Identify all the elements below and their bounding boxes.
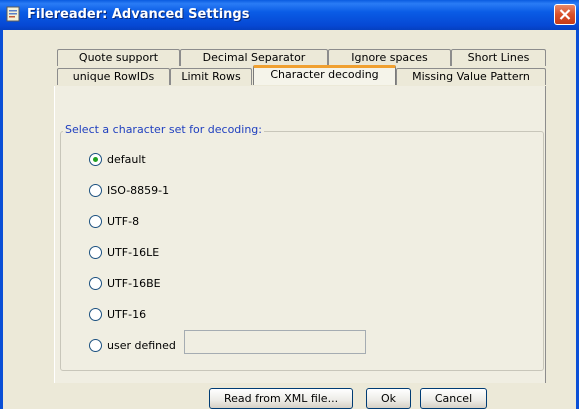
tab-quote-support[interactable]: Quote support (57, 49, 180, 66)
radio-label: user defined (107, 339, 176, 352)
radio-label: default (107, 153, 146, 166)
app-icon (5, 6, 21, 22)
tab-unique-rowids[interactable]: unique RowIDs (57, 68, 170, 85)
user-defined-charset-input[interactable] (184, 330, 366, 354)
charset-group-title: Select a character set for decoding: (63, 123, 264, 136)
tab-decimal-separator[interactable]: Decimal Separator (180, 49, 328, 66)
radio-button-checked[interactable] (89, 153, 102, 166)
radio-label: UTF-16LE (107, 246, 160, 259)
window-border-left (0, 30, 3, 409)
close-icon (559, 9, 571, 20)
radio-button[interactable] (89, 215, 102, 228)
title-bar[interactable]: Filereader: Advanced Settings (0, 0, 579, 30)
radio-button[interactable] (89, 246, 102, 259)
read-from-xml-button[interactable]: Read from XML file... (209, 388, 353, 409)
tab-short-lines[interactable]: Short Lines (451, 49, 546, 66)
radio-label: UTF-8 (107, 215, 140, 228)
radio-button[interactable] (89, 339, 102, 352)
tab-ignore-spaces[interactable]: Ignore spaces (328, 49, 451, 66)
radio-label: ISO-8859-1 (107, 184, 170, 197)
radio-button[interactable] (89, 308, 102, 321)
tab-character-decoding[interactable]: Character decoding (253, 65, 396, 85)
window-title: Filereader: Advanced Settings (27, 7, 250, 22)
radio-label: UTF-16BE (107, 277, 161, 290)
close-button[interactable] (554, 4, 576, 25)
tab-missing-value-pattern[interactable]: Missing Value Pattern (396, 68, 546, 85)
dialog-window: Filereader: Advanced Settings Quote supp… (0, 0, 579, 409)
radio-label: UTF-16 (107, 308, 147, 321)
ok-button[interactable]: Ok (366, 388, 411, 409)
cancel-button[interactable]: Cancel (420, 388, 487, 409)
radio-button[interactable] (89, 184, 102, 197)
tab-limit-rows[interactable]: Limit Rows (170, 68, 252, 85)
radio-button[interactable] (89, 277, 102, 290)
